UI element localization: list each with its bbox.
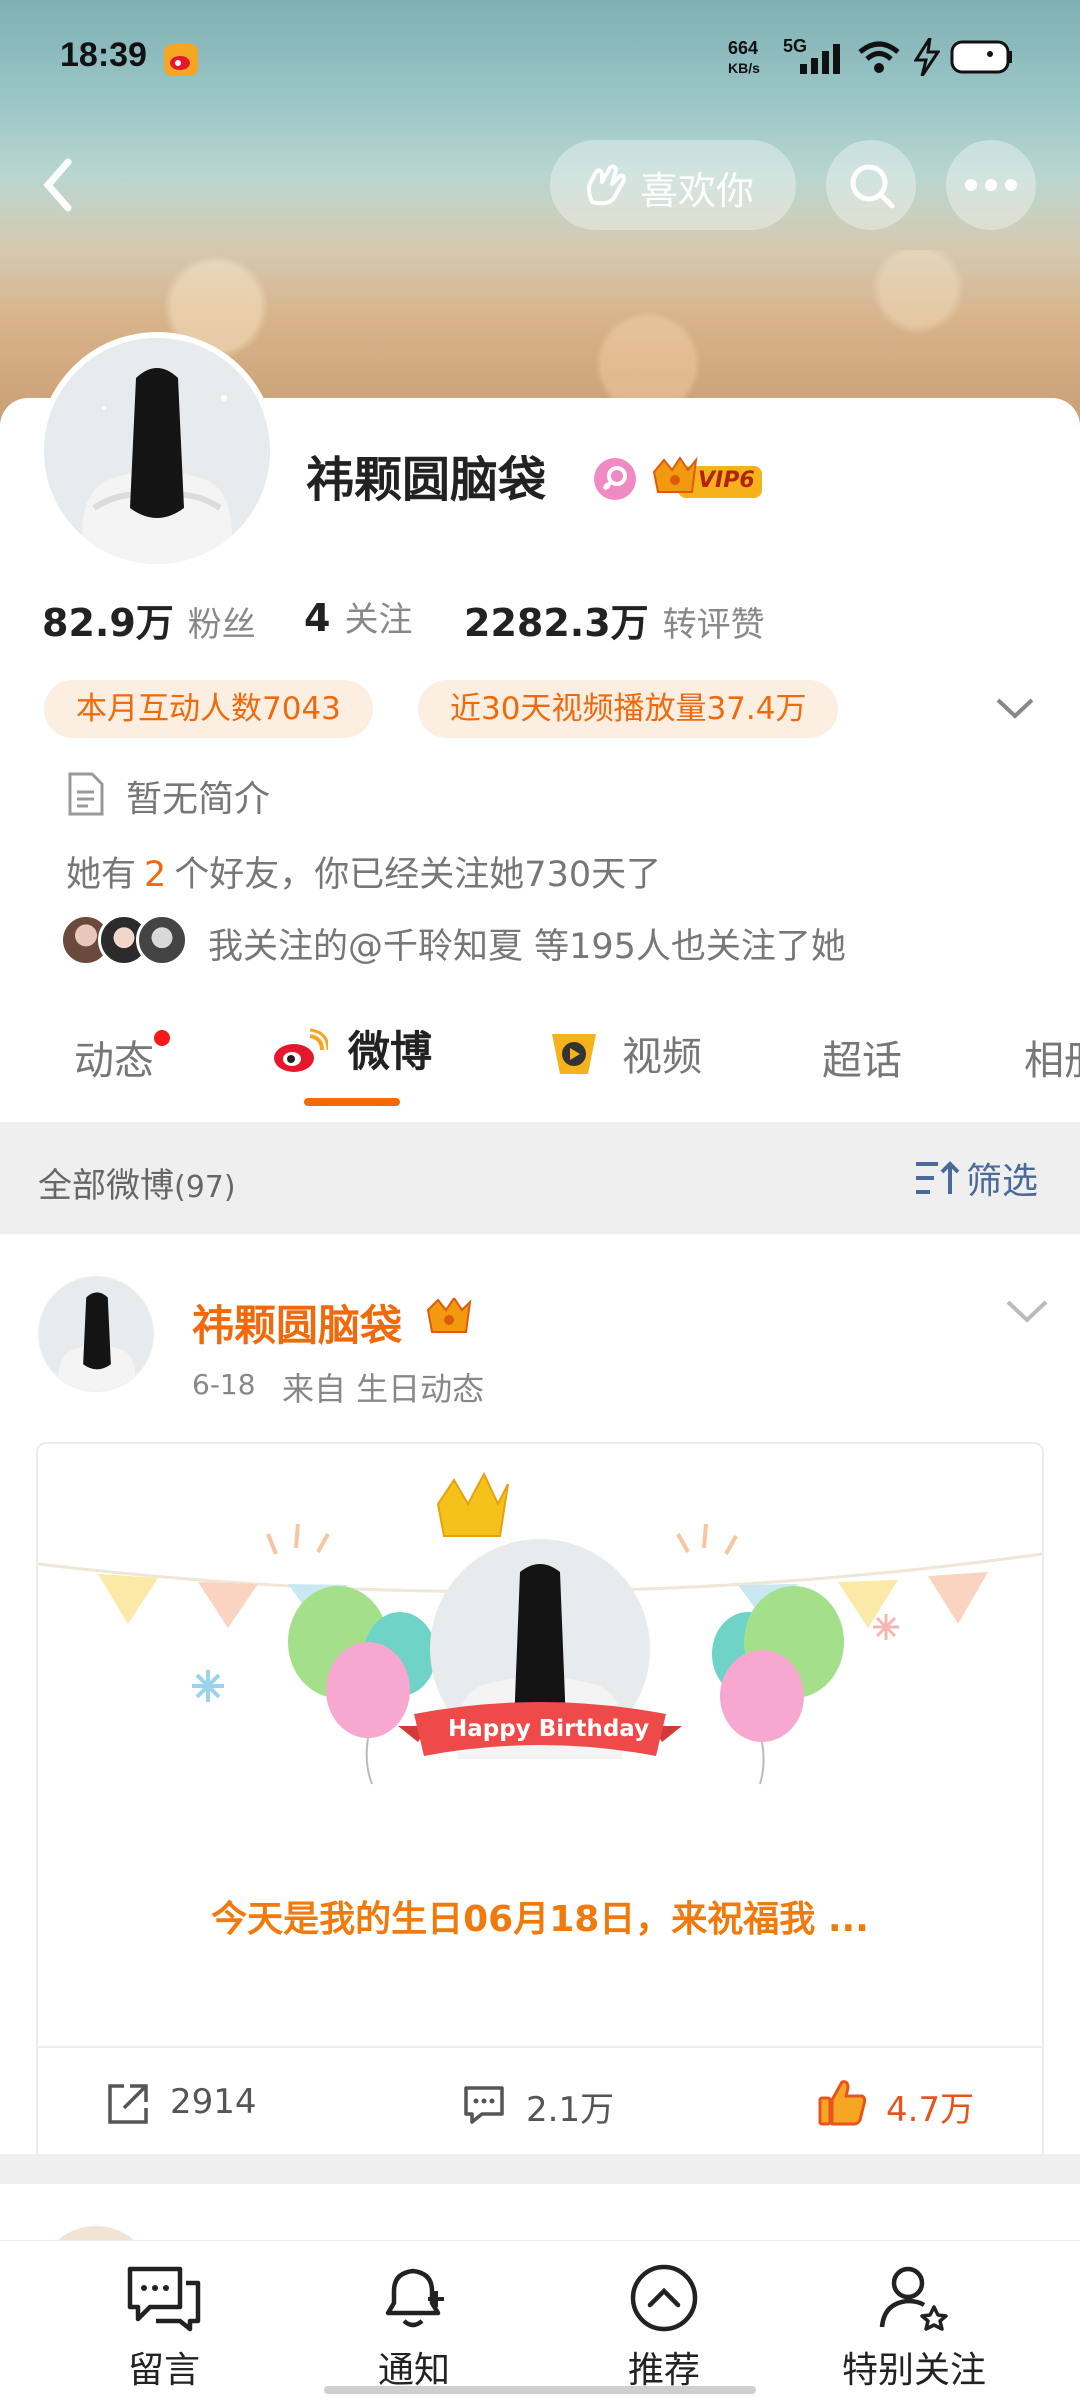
search-button[interactable] [826, 140, 916, 230]
unread-dot [154, 1030, 170, 1046]
post-action-divider [36, 2046, 1044, 2048]
bio-document-icon [66, 772, 106, 816]
chevron-up-circle-icon [626, 2263, 702, 2333]
feed-filter-bar: 全部微博(97) 筛选 [0, 1122, 1080, 1234]
post-card[interactable]: 祎颗圆脑袋 6-18 来自 生日动态 Happy Birthday 今天是我的生… [0, 1234, 1080, 2244]
repost-icon [106, 2082, 150, 2126]
wifi-icon [858, 40, 900, 74]
filter-sort-icon [914, 1160, 960, 1198]
stat-followers[interactable]: 82.9万 粉丝 [42, 592, 256, 647]
mutual-followers-text[interactable]: 我关注的@千聆知夏 等195人也关注了她 [208, 918, 846, 969]
bio-text: 暂无简介 [126, 779, 271, 820]
tab-video-label: 视频 [622, 1034, 702, 1080]
mutual-avatars[interactable] [60, 914, 190, 966]
vip-badge: VIP6 [652, 456, 764, 502]
tab-album-label: 相册 [1024, 1038, 1080, 1084]
nav-special-follow-label: 特别关注 [841, 2350, 986, 2391]
next-post-peek [0, 2184, 1080, 2342]
net-speed-unit: KB/s [728, 60, 760, 76]
nav-message[interactable]: 留言 [64, 2263, 264, 2393]
more-button[interactable] [946, 140, 1036, 230]
friends-suffix: 个好友，你已经关注她730天了 [174, 855, 662, 895]
status-time: 18:39 [60, 36, 147, 74]
stat-interactions[interactable]: 2282.3万 转评赞 [464, 592, 765, 647]
tab-super-topic[interactable]: 超话 [822, 1028, 902, 1086]
nav-special-follow[interactable]: 特别关注 [814, 2263, 1014, 2393]
active-tab-underline [304, 1098, 400, 1106]
vip-label: VIP6 [698, 468, 755, 493]
friends-count[interactable]: 2 [144, 855, 166, 895]
home-indicator[interactable] [324, 2386, 756, 2394]
tab-album[interactable]: 相册 [1024, 1028, 1080, 1086]
battery-icon [950, 38, 1014, 76]
tab-weibo-label: 微博 [348, 1027, 433, 1076]
thumbs-up-icon [818, 2078, 868, 2126]
chip-monthly-interactions[interactable]: 本月互动人数7043 [44, 680, 373, 738]
tab-dynamics-label: 动态 [74, 1038, 154, 1084]
comment-icon [462, 2082, 506, 2126]
all-posts-title: 全部微博(97) [38, 1158, 236, 1207]
video-play-icon [544, 1028, 604, 1080]
signal-icon [800, 44, 846, 74]
filter-label: 筛选 [966, 1161, 1039, 1202]
hand-heart-icon [582, 162, 628, 208]
friends-line: 她有 2 个好友，你已经关注她730天了 [66, 846, 661, 897]
back-button[interactable] [34, 150, 84, 220]
repost-count: 2914 [170, 2082, 257, 2122]
bottom-navigation: 留言 通知 推荐 特别关注 [0, 2240, 1080, 2400]
mutual-avatar-3 [136, 914, 188, 966]
stat-following[interactable]: 4 关注 [304, 592, 412, 641]
user-star-icon [876, 2263, 952, 2333]
tab-super-topic-label: 超话 [822, 1038, 902, 1084]
birthday-card-text: 今天是我的生日06月18日，来祝福我 ... [211, 1899, 869, 1940]
stat-followers-value: 82.9万 [42, 601, 174, 645]
comment-count: 2.1万 [526, 2090, 615, 2130]
net-speed-value: 664 [728, 38, 759, 58]
charging-icon [914, 38, 940, 76]
friends-prefix: 她有 [66, 855, 137, 895]
profile-tabs: 动态 微博 视频 超话 相册 [0, 1000, 1080, 1110]
post-author-name[interactable]: 祎颗圆脑袋 [192, 1292, 402, 1353]
post-date: 6-18 [192, 1368, 256, 1401]
profile-avatar[interactable] [38, 332, 276, 570]
nav-recommend[interactable]: 推荐 [564, 2263, 764, 2393]
stat-following-label: 关注 [344, 600, 413, 640]
stat-interactions-value: 2282.3万 [464, 601, 649, 645]
bell-add-icon [376, 2263, 452, 2333]
like-count: 4.7万 [886, 2090, 975, 2130]
stat-following-value: 4 [304, 596, 331, 640]
profile-name: 祎颗圆脑袋 [306, 452, 547, 508]
search-icon [848, 162, 896, 210]
all-posts-label: 全部微博 [38, 1166, 174, 1206]
chip-video-plays[interactable]: 近30天视频播放量37.4万 [418, 680, 839, 738]
happy-birthday-banner-text: Happy Birthday [448, 1716, 650, 1742]
more-dots-icon [964, 178, 1018, 192]
like-you-label: 喜欢你 [640, 169, 755, 213]
post-source: 来自 生日动态 [282, 1370, 485, 1408]
all-posts-count: (97) [174, 1170, 236, 1205]
nav-message-label: 留言 [127, 2350, 200, 2391]
like-you-button[interactable]: 喜欢你 [550, 140, 796, 230]
post-author-vip-crown-icon [426, 1298, 472, 1340]
weibo-notification-icon [164, 44, 198, 76]
stat-followers-label: 粉丝 [187, 605, 256, 645]
post-author-avatar[interactable] [38, 1276, 154, 1392]
weibo-logo-icon [270, 1028, 328, 1076]
stat-interactions-label: 转评赞 [662, 605, 765, 645]
gender-female-icon [594, 458, 636, 500]
post-menu-chevron-icon[interactable] [1004, 1294, 1050, 1326]
post-separator [0, 2154, 1080, 2184]
tab-dynamics[interactable]: 动态 [74, 1028, 170, 1086]
message-icon [126, 2263, 202, 2333]
birthday-illustration: Happy Birthday [38, 1464, 1042, 1894]
expand-chevron-icon[interactable] [994, 690, 1036, 724]
nav-notify[interactable]: 通知 [314, 2263, 514, 2393]
